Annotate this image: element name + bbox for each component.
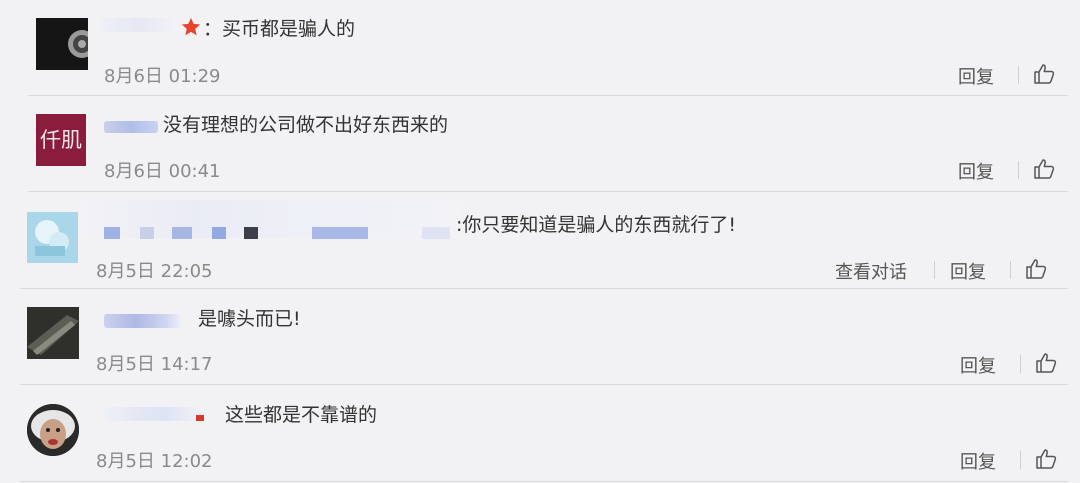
reply-button[interactable]: 回复 bbox=[960, 352, 996, 378]
separator bbox=[1018, 66, 1019, 84]
comment-item: 仟肌 没有理想的公司做不出好东西来的 8月6日 00:41 回复 bbox=[0, 96, 1080, 192]
thumbs-up-icon[interactable] bbox=[1034, 351, 1058, 375]
comment-item: :你只要知道是骗人的东西就行了! 8月5日 22:05 查看对话 回复 bbox=[0, 192, 1080, 289]
username-blurred[interactable] bbox=[104, 121, 158, 133]
avatar-image bbox=[27, 307, 79, 359]
reply-button[interactable]: 回复 bbox=[958, 63, 994, 89]
username-blurred[interactable] bbox=[104, 314, 182, 328]
comment-text: 没有理想的公司做不出好东西来的 bbox=[163, 114, 449, 136]
username-blurred-pixels bbox=[104, 227, 454, 239]
comment-item: 是噱头而已! 8月5日 14:17 回复 bbox=[0, 289, 1080, 385]
avatar[interactable] bbox=[27, 307, 79, 359]
thumbs-up-icon[interactable] bbox=[1032, 62, 1056, 86]
divider bbox=[20, 481, 1068, 482]
separator bbox=[1018, 161, 1019, 179]
avatar[interactable] bbox=[27, 404, 79, 456]
comment-text: 这些都是不靠谱的 bbox=[225, 404, 378, 426]
avatar-image bbox=[36, 18, 88, 70]
thumbs-up-icon[interactable] bbox=[1032, 157, 1056, 181]
comment-text: ：买币都是骗人的 bbox=[203, 18, 356, 40]
avatar[interactable] bbox=[36, 18, 88, 70]
thumbs-up-icon[interactable] bbox=[1024, 257, 1048, 281]
reply-button[interactable]: 回复 bbox=[958, 158, 994, 184]
separator bbox=[1020, 451, 1021, 469]
separator bbox=[1020, 355, 1021, 373]
comment-text: :你只要知道是骗人的东西就行了! bbox=[456, 214, 737, 236]
avatar[interactable] bbox=[27, 212, 78, 263]
comment-text: 是噱头而已! bbox=[198, 308, 301, 330]
avatar[interactable]: 仟肌 bbox=[36, 114, 86, 166]
view-conversation-link[interactable]: 查看对话 bbox=[835, 258, 907, 284]
comment-time: 8月6日 01:29 bbox=[104, 66, 221, 87]
username-blurred[interactable] bbox=[100, 18, 178, 32]
star-icon bbox=[181, 17, 201, 36]
avatar-image bbox=[27, 404, 79, 456]
separator bbox=[1010, 261, 1011, 279]
reply-button[interactable]: 回复 bbox=[960, 448, 996, 474]
username-blurred[interactable] bbox=[104, 407, 204, 421]
avatar-image bbox=[27, 212, 78, 263]
separator bbox=[934, 261, 935, 279]
avatar-text: 仟肌 bbox=[40, 128, 82, 152]
thumbs-up-icon[interactable] bbox=[1034, 447, 1058, 471]
comment-item: 这些都是不靠谱的 8月5日 12:02 回复 bbox=[0, 385, 1080, 483]
comment-time: 8月6日 00:41 bbox=[104, 161, 221, 182]
comment-item: ：买币都是骗人的 8月6日 01:29 回复 bbox=[0, 0, 1080, 96]
username-marker bbox=[196, 415, 204, 421]
reply-button[interactable]: 回复 bbox=[950, 258, 986, 284]
comment-time: 8月5日 12:02 bbox=[96, 451, 213, 472]
comment-time: 8月5日 14:17 bbox=[96, 354, 213, 375]
comment-time: 8月5日 22:05 bbox=[96, 261, 213, 282]
